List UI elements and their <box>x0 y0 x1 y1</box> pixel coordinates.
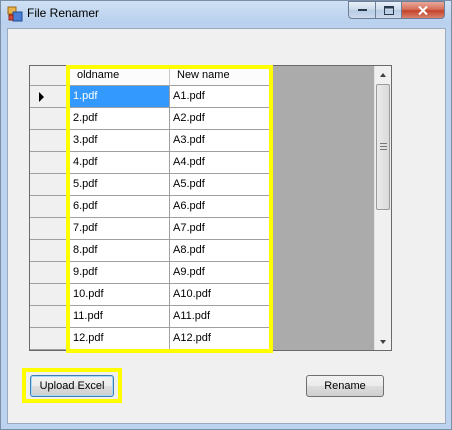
table-row: 4.pdf A4.pdf <box>70 152 271 174</box>
cell-oldname[interactable]: 7.pdf <box>70 218 170 240</box>
grip-icon <box>380 143 387 150</box>
row-header[interactable] <box>30 152 70 174</box>
row-header[interactable] <box>30 284 70 306</box>
column-headers: oldname New name <box>70 66 271 86</box>
current-row-arrow-icon <box>39 92 44 102</box>
scroll-down-icon <box>380 339 386 344</box>
maximize-button[interactable] <box>375 1 401 19</box>
cell-oldname[interactable]: 1.pdf <box>70 86 170 108</box>
row-header[interactable] <box>30 262 70 284</box>
cell-oldname[interactable]: 9.pdf <box>70 262 170 284</box>
minimize-button[interactable] <box>348 1 375 19</box>
rename-button[interactable]: Rename <box>306 375 384 397</box>
cell-new-name[interactable]: A8.pdf <box>170 240 271 262</box>
row-header[interactable] <box>30 196 70 218</box>
table-row: 11.pdf A11.pdf <box>70 306 271 328</box>
table-row: 5.pdf A5.pdf <box>70 174 271 196</box>
table-row: 10.pdf A10.pdf <box>70 284 271 306</box>
window-title: File Renamer <box>27 6 100 20</box>
column-header-oldname[interactable]: oldname <box>70 66 170 86</box>
cell-oldname[interactable]: 5.pdf <box>70 174 170 196</box>
vertical-scrollbar[interactable] <box>374 66 391 350</box>
table-row: 12.pdf A12.pdf <box>70 328 271 350</box>
app-icon <box>7 6 23 22</box>
row-headers <box>30 66 70 350</box>
cell-new-name[interactable]: A6.pdf <box>170 196 271 218</box>
caption-buttons <box>348 1 445 19</box>
row-header[interactable] <box>30 218 70 240</box>
scroll-up-icon <box>380 72 386 77</box>
grid-columns: oldname New name 1.pdf A1.pdf 2.pdf A2.pdf 3… <box>70 66 271 350</box>
table-row: 6.pdf A6.pdf <box>70 196 271 218</box>
row-header[interactable] <box>30 328 70 350</box>
minimize-icon <box>357 9 367 11</box>
row-header[interactable] <box>30 174 70 196</box>
cell-new-name[interactable]: A4.pdf <box>170 152 271 174</box>
cell-new-name[interactable]: A1.pdf <box>170 86 271 108</box>
grid-corner-cell[interactable] <box>30 66 70 86</box>
row-header[interactable] <box>30 306 70 328</box>
table-row: 2.pdf A2.pdf <box>70 108 271 130</box>
cell-new-name[interactable]: A2.pdf <box>170 108 271 130</box>
title-bar[interactable]: File Renamer <box>1 1 451 27</box>
table-row: 3.pdf A3.pdf <box>70 130 271 152</box>
close-button[interactable] <box>401 1 445 19</box>
cell-oldname[interactable]: 11.pdf <box>70 306 170 328</box>
row-header[interactable] <box>30 108 70 130</box>
cell-new-name[interactable]: A9.pdf <box>170 262 271 284</box>
cell-oldname[interactable]: 3.pdf <box>70 130 170 152</box>
cell-new-name[interactable]: A10.pdf <box>170 284 271 306</box>
table-row: 8.pdf A8.pdf <box>70 240 271 262</box>
file-grid[interactable]: oldname New name 1.pdf A1.pdf 2.pdf A2.pdf 3… <box>29 65 392 351</box>
table-row: 9.pdf A9.pdf <box>70 262 271 284</box>
cell-oldname[interactable]: 2.pdf <box>70 108 170 130</box>
scroll-down-button[interactable] <box>375 333 391 350</box>
form-client-area: oldname New name 1.pdf A1.pdf 2.pdf A2.pdf 3… <box>7 28 446 424</box>
cell-new-name[interactable]: A3.pdf <box>170 130 271 152</box>
cell-oldname[interactable]: 6.pdf <box>70 196 170 218</box>
app-window: File Renamer oldname New name 1.pdf A1.p… <box>0 0 452 430</box>
cell-oldname[interactable]: 12.pdf <box>70 328 170 350</box>
table-row: 7.pdf A7.pdf <box>70 218 271 240</box>
cell-new-name[interactable]: A11.pdf <box>170 306 271 328</box>
upload-excel-button[interactable]: Upload Excel <box>30 375 114 397</box>
row-header[interactable] <box>30 240 70 262</box>
cell-oldname[interactable]: 10.pdf <box>70 284 170 306</box>
scroll-thumb[interactable] <box>376 84 390 210</box>
table-row: 1.pdf A1.pdf <box>70 86 271 108</box>
cell-new-name[interactable]: A5.pdf <box>170 174 271 196</box>
close-icon <box>418 5 428 15</box>
cell-new-name[interactable]: A7.pdf <box>170 218 271 240</box>
scroll-up-button[interactable] <box>375 66 391 83</box>
cell-oldname[interactable]: 8.pdf <box>70 240 170 262</box>
maximize-icon <box>383 5 394 15</box>
row-header[interactable] <box>30 130 70 152</box>
cell-oldname[interactable]: 4.pdf <box>70 152 170 174</box>
cell-new-name[interactable]: A12.pdf <box>170 328 271 350</box>
row-header[interactable] <box>30 86 70 108</box>
column-header-new-name[interactable]: New name <box>170 66 271 86</box>
